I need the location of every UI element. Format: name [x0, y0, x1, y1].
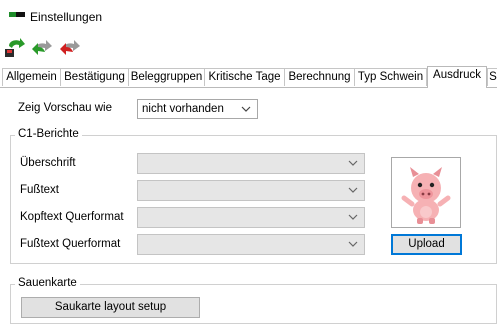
tab-typ-schwein[interactable]: Typ Schwein [354, 68, 427, 86]
chevron-down-icon [348, 241, 358, 247]
tab-bestaetigung[interactable]: Bestätigung [60, 68, 129, 86]
preview-select[interactable]: nicht vorhanden [137, 99, 258, 119]
tab-overflow[interactable]: S [487, 68, 497, 86]
delete-arrow-icon [60, 40, 80, 55]
upload-button[interactable]: Upload [391, 234, 462, 255]
field-label-ueberschrift: Überschrift [20, 157, 76, 169]
saukarte-layout-setup-button[interactable]: Saukarte layout setup [21, 297, 200, 318]
save-arrow-icon [5, 38, 25, 57]
tab-panel-ausdruck: Zeig Vorschau wie nicht vorhanden C1-Ber… [0, 87, 497, 324]
field-label-fusstext: Fußtext [20, 184, 59, 196]
chevron-down-icon [348, 214, 358, 220]
c1-reports-title: C1-Berichte [15, 128, 82, 140]
fusstext-querformat-select[interactable] [137, 234, 365, 255]
fusstext-select[interactable] [137, 180, 365, 201]
logo-preview [391, 157, 461, 228]
tab-strip: Allgemein Bestätigung Beleggruppen Kriti… [0, 66, 497, 88]
ueberschrift-select[interactable] [137, 153, 365, 174]
save-button[interactable] [3, 37, 27, 59]
window-title: Einstellungen [30, 10, 103, 24]
chevron-down-icon [348, 160, 358, 166]
title-bar: Einstellungen [0, 0, 497, 33]
tab-kritische-tage[interactable]: Kritische Tage [204, 68, 285, 86]
preview-label: Zeig Vorschau wie [18, 102, 112, 114]
sauenkarte-title: Sauenkarte [15, 277, 80, 289]
tab-allgemein[interactable]: Allgemein [2, 68, 61, 86]
field-label-fusstext-querformat: Fußtext Querformat [20, 238, 121, 250]
tab-berechnung[interactable]: Berechnung [284, 68, 355, 86]
preview-select-value: nicht vorhanden [142, 103, 224, 115]
app-icon [9, 12, 25, 19]
tab-ausdruck[interactable]: Ausdruck [427, 66, 487, 88]
delete-button[interactable] [58, 37, 82, 59]
field-label-kopftext-querformat: Kopftext Querformat [20, 211, 124, 223]
chevron-down-icon [241, 106, 251, 112]
back-button[interactable] [30, 37, 54, 59]
back-arrow-icon [32, 40, 52, 55]
toolbar [0, 33, 497, 63]
tab-beleggruppen[interactable]: Beleggruppen [128, 68, 205, 86]
kopftext-querformat-select[interactable] [137, 207, 365, 228]
chevron-down-icon [348, 187, 358, 193]
pig-icon [401, 167, 451, 224]
